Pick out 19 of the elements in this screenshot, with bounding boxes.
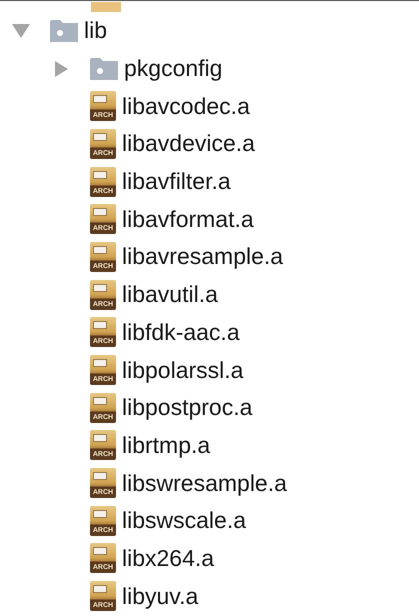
file-name[interactable]: libpolarssl.a — [122, 358, 244, 382]
file-name[interactable]: libpostproc.a — [122, 396, 252, 420]
folder-icon — [50, 20, 78, 42]
file-name[interactable]: librtmp.a — [122, 434, 210, 457]
file-name[interactable]: libavutil.a — [122, 283, 218, 306]
file-name[interactable]: libavformat.a — [122, 208, 254, 231]
file-name[interactable]: libx264.a — [122, 546, 214, 570]
file-name[interactable]: libavdevice.a — [122, 132, 255, 156]
expanded-arrow-icon[interactable] — [11, 22, 31, 40]
folder-name[interactable]: lib — [84, 19, 108, 42]
file-name[interactable]: libswscale.a — [122, 509, 246, 532]
file-name[interactable]: libfdk-aac.a — [122, 320, 240, 344]
folder-name[interactable]: pkgconfig — [124, 57, 222, 80]
file-name[interactable]: libyuv.a — [122, 584, 198, 608]
file-name[interactable]: libavcodec.a — [122, 94, 250, 118]
file-name[interactable]: libavfilter.a — [122, 170, 231, 194]
file-name[interactable]: libavresample.a — [122, 245, 284, 268]
file-name[interactable]: libswresample.a — [122, 472, 287, 495]
folder-icon — [90, 58, 118, 80]
